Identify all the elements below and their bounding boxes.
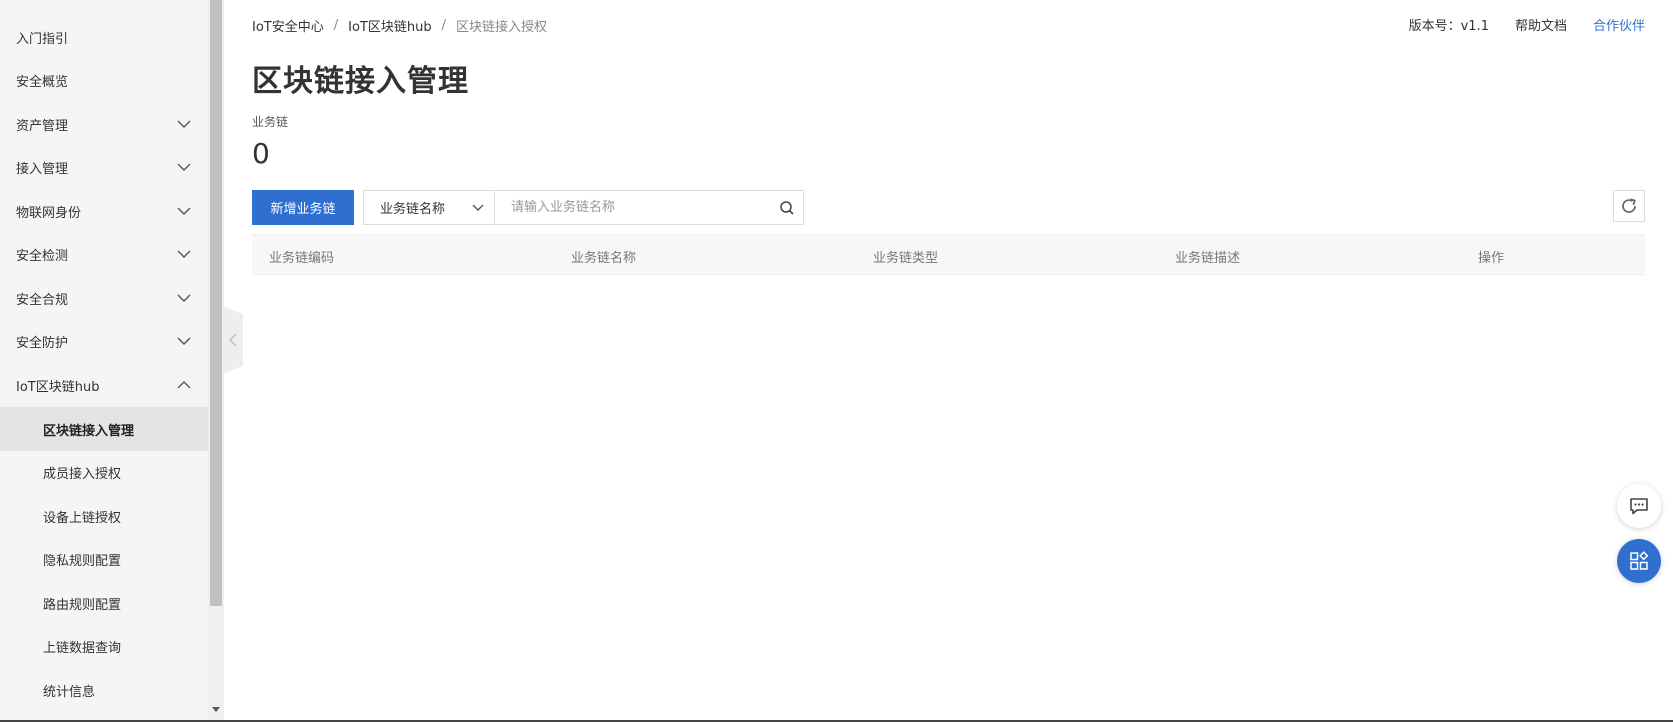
top-links: 版本号：v1.1 帮助文档 合作伙伴 (1383, 15, 1645, 34)
search-box (494, 190, 804, 225)
sidebar-item-label: 安全检测 (16, 248, 69, 264)
sidebar: 入门指引 安全概览 资产管理 接入管理 物联网身份 安全检测 安全合规 安全防护 (0, 0, 208, 722)
column-header-type: 业务链类型 (873, 251, 939, 266)
sidebar-item-label: 隐私规则配置 (43, 553, 122, 569)
column-header-code: 业务链编码 (269, 251, 335, 266)
refresh-button[interactable] (1613, 190, 1645, 222)
add-business-chain-button[interactable]: 新增业务链 (252, 190, 354, 225)
sidebar-item-label: 安全概览 (16, 74, 69, 90)
sidebar-item-label: 成员接入授权 (43, 466, 122, 482)
breadcrumb: IoT安全中心 / IoT区块链hub / 区块链接入授权 (252, 16, 547, 35)
chevron-down-icon (177, 207, 191, 215)
sidebar-item-overview[interactable]: 安全概览 (0, 58, 208, 102)
sidebar-item-label: 统计信息 (43, 684, 96, 700)
stat-label: 业务链 (252, 115, 289, 129)
column-header-actions: 操作 (1478, 251, 1505, 266)
sidebar-item-getting-started[interactable]: 入门指引 (0, 15, 208, 59)
sidebar-item-label: 设备上链授权 (43, 510, 122, 526)
sidebar-item-access-management[interactable]: 接入管理 (0, 145, 208, 189)
sidebar-item-label: IoT区块链hub (16, 379, 100, 395)
main-content: IoT安全中心 / IoT区块链hub / 区块链接入授权 版本号：v1.1 帮… (252, 0, 1645, 722)
breadcrumb-current: 区块链接入授权 (455, 19, 547, 35)
chevron-down-icon (177, 120, 191, 128)
chevron-left-icon (229, 333, 237, 347)
help-docs-link[interactable]: 帮助文档 (1515, 15, 1567, 34)
chevron-up-icon (177, 381, 191, 389)
apps-grid-icon (1630, 551, 1649, 570)
table-header: 业务链编码 业务链名称 业务链类型 业务链描述 操作 (252, 234, 1645, 275)
stat-value: 0 (252, 137, 270, 170)
chevron-down-icon (472, 204, 484, 211)
sidebar-item-asset-management[interactable]: 资产管理 (0, 102, 208, 146)
sidebar-subitem-device-onchain-authorization[interactable]: 设备上链授权 (0, 494, 208, 538)
breadcrumb-link-security-center[interactable]: IoT安全中心 (252, 16, 324, 35)
sidebar-subitem-onchain-data-query[interactable]: 上链数据查询 (0, 624, 208, 668)
sidebar-subitem-member-authorization[interactable]: 成员接入授权 (0, 450, 208, 494)
chevron-down-icon (177, 250, 191, 258)
chevron-down-icon (177, 294, 191, 302)
sidebar-item-label: 资产管理 (16, 118, 69, 134)
scroll-down-arrow-icon[interactable] (212, 707, 220, 712)
scrollbar-thumb[interactable] (210, 0, 222, 606)
sidebar-subitem-statistics[interactable]: 统计信息 (0, 668, 208, 712)
chevron-down-icon (177, 337, 191, 345)
breadcrumb-separator: / (333, 17, 339, 33)
sidebar-item-label: 上链数据查询 (43, 640, 122, 656)
apps-button[interactable] (1617, 539, 1661, 583)
column-header-description: 业务链描述 (1175, 251, 1241, 266)
sidebar-item-label: 区块链接入管理 (43, 423, 135, 439)
column-header-name: 业务链名称 (571, 251, 637, 266)
sidebar-item-security-detection[interactable]: 安全检测 (0, 232, 208, 276)
sidebar-subitem-blockchain-access[interactable]: 区块链接入管理 (0, 407, 208, 451)
sidebar-item-security-compliance[interactable]: 安全合规 (0, 276, 208, 320)
sidebar-item-label: 入门指引 (16, 31, 69, 47)
sidebar-subitem-routing-rules[interactable]: 路由规则配置 (0, 581, 208, 625)
sidebar-item-security-protection[interactable]: 安全防护 (0, 319, 208, 363)
version-label: 版本号：v1.1 (1408, 18, 1489, 34)
app-window: 入门指引 安全概览 资产管理 接入管理 物联网身份 安全检测 安全合规 安全防护 (0, 0, 1673, 722)
sidebar-item-label: 安全合规 (16, 292, 69, 308)
breadcrumb-link-blockchain-hub[interactable]: IoT区块链hub (348, 16, 431, 35)
search-input[interactable] (495, 192, 755, 223)
sidebar-scrollbar[interactable] (208, 0, 224, 722)
search-icon[interactable] (779, 200, 795, 216)
sidebar-collapse-toggle[interactable] (224, 306, 243, 374)
sidebar-item-label: 接入管理 (16, 161, 69, 177)
sidebar-item-label: 路由规则配置 (43, 597, 122, 613)
sidebar-subitem-privacy-rules[interactable]: 隐私规则配置 (0, 537, 208, 581)
sidebar-item-label: 安全防护 (16, 335, 69, 351)
sidebar-item-label: 物联网身份 (16, 205, 82, 221)
filter-select[interactable]: 业务链名称 (363, 190, 494, 225)
chat-button[interactable] (1617, 484, 1661, 528)
toolbar: 新增业务链 业务链名称 (252, 190, 804, 225)
partner-link[interactable]: 合作伙伴 (1593, 15, 1645, 34)
sidebar-item-iot-identity[interactable]: 物联网身份 (0, 189, 208, 233)
sidebar-item-iot-blockchain-hub[interactable]: IoT区块链hub (0, 363, 208, 407)
chevron-down-icon (177, 163, 191, 171)
breadcrumb-separator: / (441, 17, 446, 33)
page-title: 区块链接入管理 (252, 64, 469, 99)
chat-icon (1630, 498, 1648, 515)
filter-select-value: 业务链名称 (380, 202, 446, 217)
refresh-icon (1622, 198, 1636, 213)
